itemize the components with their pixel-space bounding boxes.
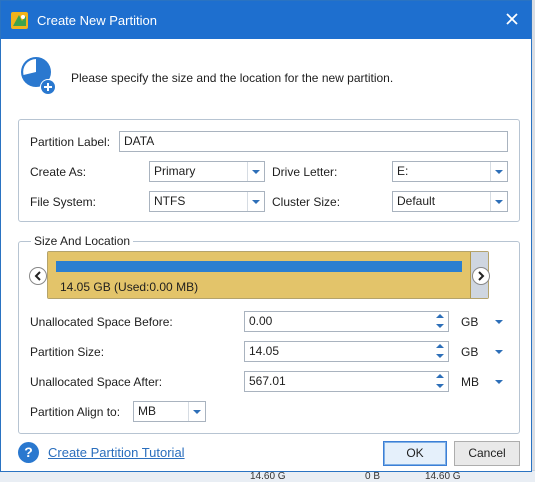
cancel-button[interactable]: Cancel [454,441,520,466]
create-as-caption: Create As: [30,165,87,179]
window-title: Create New Partition [37,13,157,28]
app-logo-icon [11,12,28,29]
unallocated-after-caption: Unallocated Space After: [30,375,163,389]
create-as-value: Primary [154,164,196,178]
help-icon[interactable]: ? [18,442,39,463]
align-caption: Partition Align to: [30,405,121,419]
spin-up-icon[interactable] [433,372,447,381]
spin-down-icon[interactable] [433,352,447,361]
background-cell: 0 B [365,471,381,482]
chevron-down-icon[interactable] [247,192,264,211]
unallocated-after-input[interactable]: 567.01 [244,371,449,392]
spin-down-icon[interactable] [433,382,447,391]
chevron-down-icon[interactable] [494,317,504,327]
unallocated-before-caption: Unallocated Space Before: [30,315,173,329]
partition-size-value: 14.05 [249,344,280,358]
partition-size-text: 14.05 GB (Used:0.00 MB) [60,280,199,294]
file-system-value: NTFS [154,194,186,208]
chevron-right-icon [478,271,485,281]
partition-size-unit: GB [461,345,479,359]
spin-up-icon[interactable] [433,342,447,351]
chevron-down-icon[interactable] [494,347,504,357]
chevron-down-icon[interactable] [247,162,264,181]
unallocated-before-value: 0.00 [249,314,273,328]
cluster-size-select[interactable]: Default [392,191,508,212]
unallocated-before-unit: GB [461,315,479,329]
chevron-down-icon[interactable] [188,402,205,421]
cluster-size-value: Default [397,194,436,208]
instruction-text: Please specify the size and the location… [71,71,394,85]
spin-up-icon[interactable] [433,312,447,321]
create-as-select[interactable]: Primary [149,161,265,182]
align-select[interactable]: MB [133,401,206,422]
create-partition-dialog: Create New Partition Please specify the … [0,0,532,472]
chevron-left-icon [34,271,41,281]
partition-label-input[interactable]: DATA [119,131,508,152]
partition-block[interactable]: 14.05 GB (Used:0.00 MB) [48,252,471,298]
partition-size-input[interactable]: 14.05 [244,341,449,362]
size-location-title: Size And Location [31,234,134,248]
drive-letter-value: E: [397,164,409,178]
unallocated-after-unit: MB [461,375,479,389]
drive-letter-caption: Drive Letter: [272,165,338,179]
close-button[interactable] [502,9,522,29]
close-icon [506,13,518,25]
background-cell: 14.60 G [250,471,286,482]
drive-letter-select[interactable]: E: [392,161,508,182]
move-left-button[interactable] [29,267,47,285]
file-system-caption: File System: [30,195,97,209]
ok-button[interactable]: OK [383,441,447,466]
partition-size-caption: Partition Size: [30,345,105,359]
partition-layout-bar[interactable]: 14.05 GB (Used:0.00 MB) [47,251,489,299]
background-cell: 14.60 G [425,471,461,482]
cluster-size-caption: Cluster Size: [272,195,341,209]
partition-add-icon [21,57,56,95]
chevron-down-icon[interactable] [490,192,507,211]
file-system-select[interactable]: NTFS [149,191,265,212]
partition-label-caption: Partition Label: [30,135,111,149]
title-bar[interactable]: Create New Partition [1,1,531,39]
used-space-bar [56,261,462,272]
move-right-button[interactable] [472,267,490,285]
unallocated-before-input[interactable]: 0.00 [244,311,449,332]
chevron-down-icon[interactable] [494,377,504,387]
spin-down-icon[interactable] [433,322,447,331]
align-value: MB [138,404,156,418]
tutorial-link[interactable]: Create Partition Tutorial [48,445,185,460]
unallocated-after-value: 567.01 [249,374,286,388]
chevron-down-icon[interactable] [490,162,507,181]
